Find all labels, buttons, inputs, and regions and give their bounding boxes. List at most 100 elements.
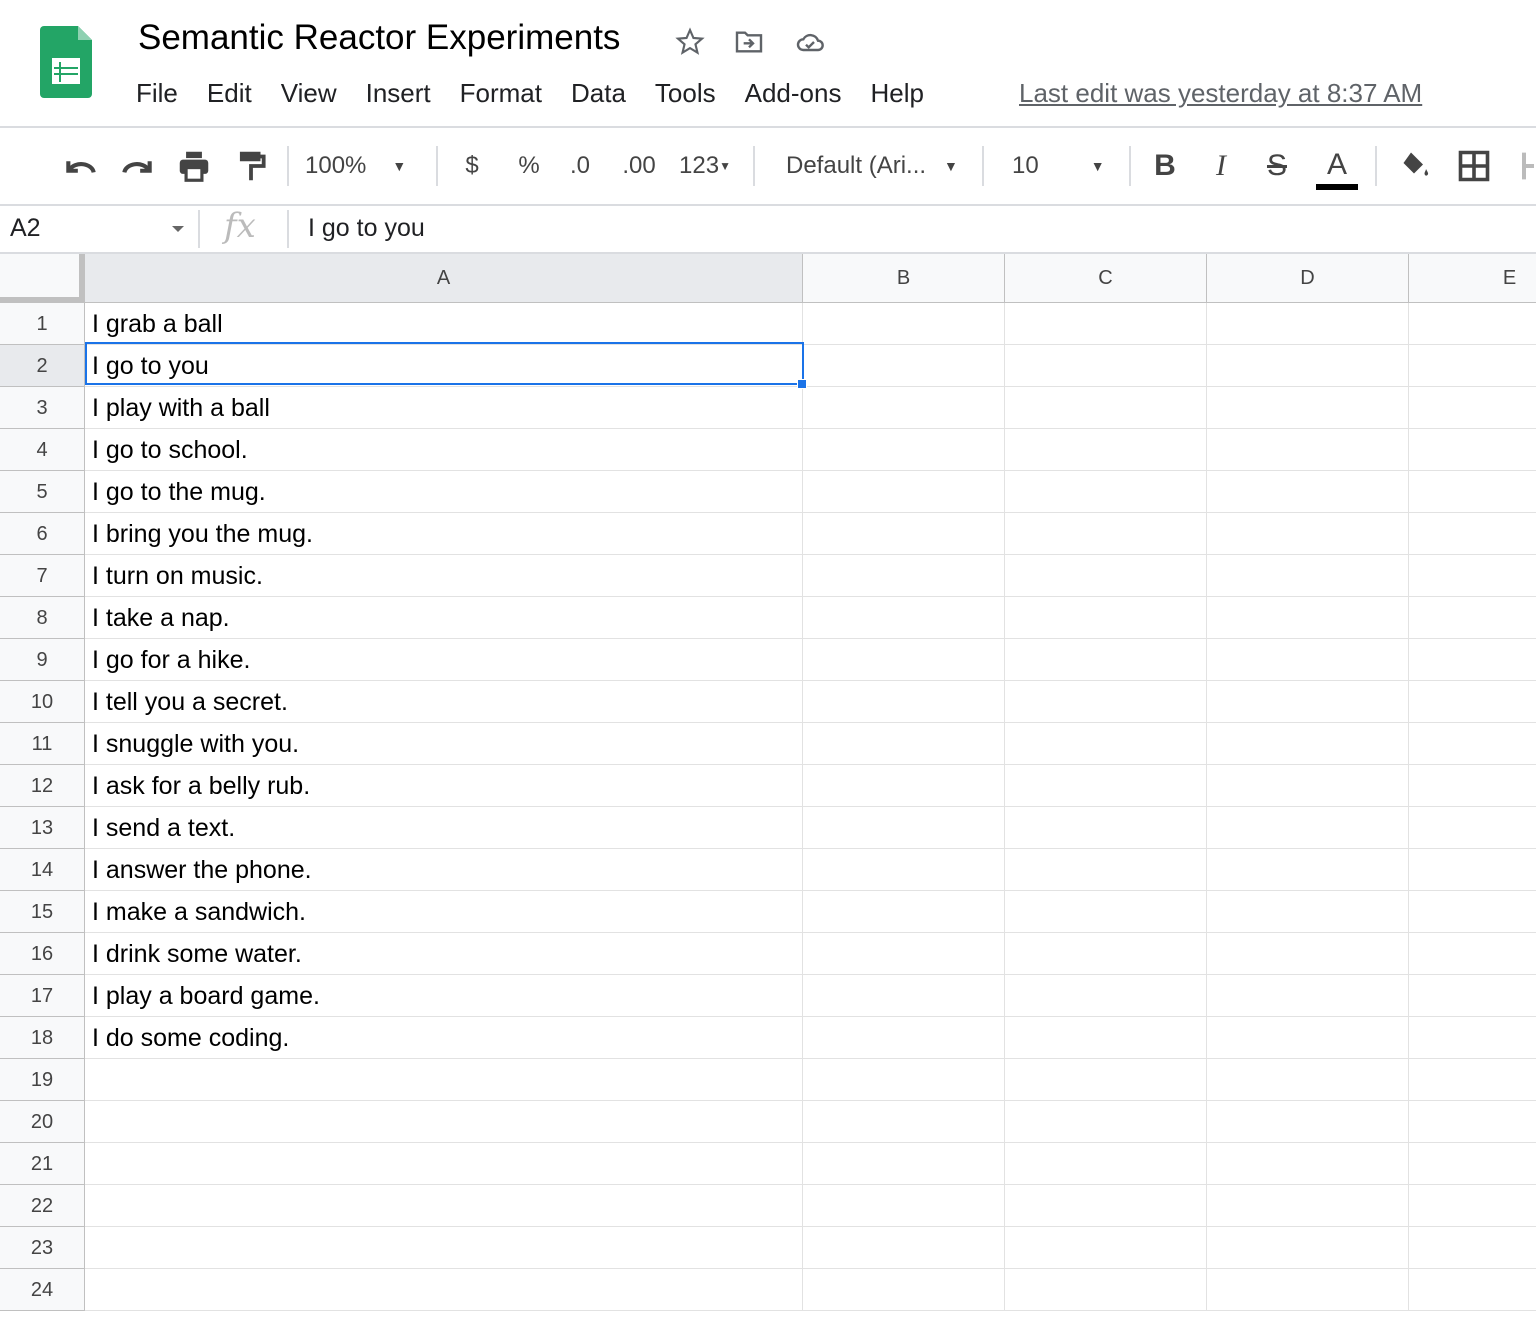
row-header[interactable]: 16: [0, 933, 85, 975]
cell-E15[interactable]: [1409, 891, 1536, 933]
row-header[interactable]: 4: [0, 429, 85, 471]
cell-A9[interactable]: I go for a hike.: [85, 639, 803, 681]
undo-icon[interactable]: [62, 146, 100, 186]
cell-D21[interactable]: [1207, 1143, 1409, 1185]
column-header-B[interactable]: B: [803, 254, 1005, 303]
cell-A1[interactable]: I grab a ball: [85, 303, 803, 345]
cell-C12[interactable]: [1005, 765, 1207, 807]
cell-C2[interactable]: [1005, 345, 1207, 387]
text-color-button[interactable]: A: [1316, 146, 1358, 190]
cell-B8[interactable]: [803, 597, 1005, 639]
formula-input[interactable]: I go to you: [308, 214, 425, 243]
cell-E16[interactable]: [1409, 933, 1536, 975]
cell-B6[interactable]: [803, 513, 1005, 555]
cell-E2[interactable]: [1409, 345, 1536, 387]
cell-C17[interactable]: [1005, 975, 1207, 1017]
redo-icon[interactable]: [118, 146, 156, 186]
cell-A24[interactable]: [85, 1269, 803, 1311]
row-header[interactable]: 14: [0, 849, 85, 891]
row-header[interactable]: 18: [0, 1017, 85, 1059]
cell-D1[interactable]: [1207, 303, 1409, 345]
cell-C14[interactable]: [1005, 849, 1207, 891]
menu-insert[interactable]: Insert: [366, 78, 431, 109]
cell-C15[interactable]: [1005, 891, 1207, 933]
chevron-down-icon[interactable]: [172, 226, 184, 232]
cell-C22[interactable]: [1005, 1185, 1207, 1227]
cell-A14[interactable]: I answer the phone.: [85, 849, 803, 891]
cell-B19[interactable]: [803, 1059, 1005, 1101]
last-edit-link[interactable]: Last edit was yesterday at 8:37 AM: [1019, 78, 1422, 109]
cell-E4[interactable]: [1409, 429, 1536, 471]
row-header[interactable]: 17: [0, 975, 85, 1017]
row-header[interactable]: 23: [0, 1227, 85, 1269]
document-title[interactable]: Semantic Reactor Experiments: [138, 18, 620, 58]
cell-E14[interactable]: [1409, 849, 1536, 891]
menu-view[interactable]: View: [281, 78, 337, 109]
cell-B18[interactable]: [803, 1017, 1005, 1059]
cell-E8[interactable]: [1409, 597, 1536, 639]
cell-C5[interactable]: [1005, 471, 1207, 513]
column-header-A[interactable]: A: [85, 254, 803, 303]
cell-D2[interactable]: [1207, 345, 1409, 387]
cell-B21[interactable]: [803, 1143, 1005, 1185]
fill-handle[interactable]: [797, 379, 807, 389]
select-all-corner[interactable]: [0, 254, 85, 303]
cell-A4[interactable]: I go to school.: [85, 429, 803, 471]
cell-C18[interactable]: [1005, 1017, 1207, 1059]
cell-C16[interactable]: [1005, 933, 1207, 975]
cell-C4[interactable]: [1005, 429, 1207, 471]
column-header-D[interactable]: D: [1207, 254, 1409, 303]
cell-D7[interactable]: [1207, 555, 1409, 597]
increase-decimal-button[interactable]: .00: [618, 146, 660, 186]
row-header[interactable]: 6: [0, 513, 85, 555]
row-header[interactable]: 8: [0, 597, 85, 639]
cell-B12[interactable]: [803, 765, 1005, 807]
cell-C3[interactable]: [1005, 387, 1207, 429]
cell-B14[interactable]: [803, 849, 1005, 891]
cell-E18[interactable]: [1409, 1017, 1536, 1059]
cell-D6[interactable]: [1207, 513, 1409, 555]
cell-E12[interactable]: [1409, 765, 1536, 807]
cell-A23[interactable]: [85, 1227, 803, 1269]
more-formats-button[interactable]: 123 ▼: [674, 146, 736, 186]
cell-A21[interactable]: [85, 1143, 803, 1185]
cell-E23[interactable]: [1409, 1227, 1536, 1269]
cell-B2[interactable]: [803, 345, 1005, 387]
bold-button[interactable]: B: [1150, 146, 1180, 186]
cell-A6[interactable]: I bring you the mug.: [85, 513, 803, 555]
row-header[interactable]: 3: [0, 387, 85, 429]
row-header[interactable]: 11: [0, 723, 85, 765]
font-size-select[interactable]: 10 ▼: [1012, 146, 1118, 186]
row-header[interactable]: 9: [0, 639, 85, 681]
cell-B10[interactable]: [803, 681, 1005, 723]
cell-D19[interactable]: [1207, 1059, 1409, 1101]
strikethrough-button[interactable]: S: [1262, 146, 1292, 186]
menu-data[interactable]: Data: [571, 78, 626, 109]
move-to-folder-icon[interactable]: [733, 26, 765, 58]
row-header[interactable]: 13: [0, 807, 85, 849]
zoom-select[interactable]: 100% ▼: [305, 146, 435, 186]
cell-B17[interactable]: [803, 975, 1005, 1017]
cell-D18[interactable]: [1207, 1017, 1409, 1059]
cell-C8[interactable]: [1005, 597, 1207, 639]
cell-A15[interactable]: I make a sandwich.: [85, 891, 803, 933]
cell-A20[interactable]: [85, 1101, 803, 1143]
name-box[interactable]: A2: [10, 214, 41, 243]
cell-B11[interactable]: [803, 723, 1005, 765]
fill-color-icon[interactable]: [1396, 146, 1432, 186]
cell-D13[interactable]: [1207, 807, 1409, 849]
cell-B1[interactable]: [803, 303, 1005, 345]
font-select[interactable]: Default (Ari... ▼: [786, 146, 966, 186]
cell-C13[interactable]: [1005, 807, 1207, 849]
cell-A3[interactable]: I play with a ball: [85, 387, 803, 429]
row-header[interactable]: 2: [0, 345, 85, 387]
cell-D3[interactable]: [1207, 387, 1409, 429]
cell-A11[interactable]: I snuggle with you.: [85, 723, 803, 765]
row-header[interactable]: 5: [0, 471, 85, 513]
menu-edit[interactable]: Edit: [207, 78, 252, 109]
row-header[interactable]: 10: [0, 681, 85, 723]
cell-E7[interactable]: [1409, 555, 1536, 597]
cell-D8[interactable]: [1207, 597, 1409, 639]
cell-A22[interactable]: [85, 1185, 803, 1227]
cell-D4[interactable]: [1207, 429, 1409, 471]
